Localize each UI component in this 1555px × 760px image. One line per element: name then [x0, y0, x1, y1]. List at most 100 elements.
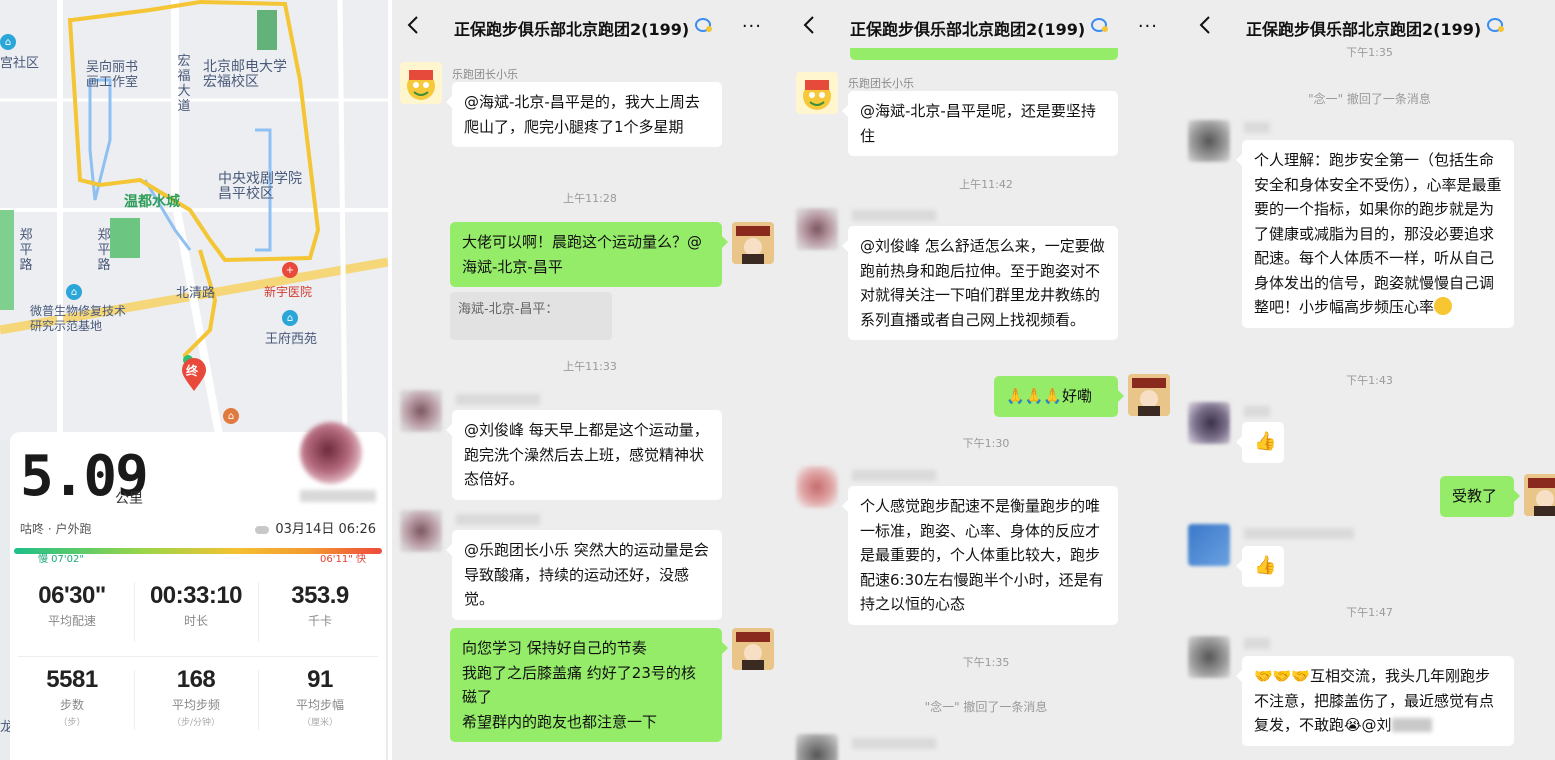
- run-record-panel: 宫社区 吴向丽书画工作室 宏福大道 北京邮电大学宏福校区 中央戏剧学院昌平校区 …: [0, 0, 388, 760]
- run-stats-card: 5.09 公里 咕咚 · 户外跑 03月14日 06:26 慢 07'02" 0…: [10, 422, 386, 760]
- map-label-zheng-ping-2: 郑平路: [97, 228, 111, 273]
- avatar-mascot[interactable]: [796, 72, 838, 114]
- message-bubble[interactable]: 👍: [1236, 422, 1284, 463]
- end-marker-label: 终: [186, 364, 199, 378]
- stat-label: 步数: [59, 698, 84, 712]
- avatar-self[interactable]: [732, 222, 774, 264]
- cloud-icon: [255, 525, 270, 534]
- message-bubble-self-partial[interactable]: [850, 48, 1118, 60]
- timestamp: 上午11:42: [959, 178, 1013, 191]
- sender-name-blurred: [1244, 122, 1270, 133]
- timestamp: 下午1:43: [1346, 374, 1393, 387]
- timestamp: 上午11:28: [563, 192, 617, 205]
- sender-name-blurred: [852, 470, 936, 481]
- back-arrow-icon[interactable]: [1198, 15, 1212, 35]
- map-label-wendu: 温都水城: [124, 194, 180, 210]
- run-date-text: 03月14日 06:26: [275, 522, 376, 537]
- group-verified-icon[interactable]: [1091, 17, 1109, 33]
- avatar-member[interactable]: [1188, 636, 1230, 678]
- message-bubble-self[interactable]: 向您学习 保持好自己的节奏 我跑了之后膝盖痛 约好了23号的核磁了 希望群内的跑…: [450, 628, 728, 742]
- message-bubble[interactable]: @乐跑团长小乐 突然大的运动量是会导致酸痛，持续的运动还好，没感觉。: [446, 530, 722, 620]
- map-label-xinyu-hospital: 新宇医院: [264, 285, 313, 299]
- timestamp: 下午1:30: [962, 437, 1010, 450]
- chat-title: 正保跑步俱乐部北京跑团2(199): [454, 20, 690, 39]
- distance-unit: 公里: [115, 491, 143, 507]
- avatar-mascot[interactable]: [400, 62, 442, 104]
- screenshot-collage: 宫社区 吴向丽书画工作室 宏福大道 北京邮电大学宏福校区 中央戏剧学院昌平校区 …: [0, 0, 1555, 760]
- stat-unit: （步）: [58, 718, 86, 728]
- map-label-bupt: 北京邮电大学宏福校区: [203, 59, 287, 90]
- stat-value: 91: [307, 666, 333, 693]
- message-bubble[interactable]: 👍: [1236, 546, 1284, 587]
- avatar-self[interactable]: [732, 628, 774, 670]
- divider: [258, 670, 259, 730]
- avatar-member[interactable]: [1188, 120, 1230, 162]
- sender-name-blurred: [1244, 638, 1270, 649]
- stat-label: 平均步频: [171, 698, 220, 712]
- avatar-member[interactable]: [400, 390, 442, 432]
- message-bubble-self[interactable]: 大佬可以啊！晨跑这个运动量么？@海斌-北京-昌平: [450, 222, 728, 287]
- divider: [134, 670, 135, 730]
- stat-steps: 5581 步数 （步）: [10, 666, 134, 728]
- message-bubble[interactable]: @刘俊峰 每天早上都是这个运动量，跑完洗个澡然后去上班，感觉精神状态倍好。: [446, 410, 722, 500]
- sender-name-blurred: [852, 738, 936, 749]
- avatar-member[interactable]: [1188, 524, 1230, 566]
- chat-header: 正保跑步俱乐部北京跑团2(199): [1184, 0, 1555, 50]
- avatar-member[interactable]: [1188, 402, 1230, 444]
- map-label-drama-academy: 中央戏剧学院昌平校区: [218, 171, 302, 202]
- more-options-icon[interactable]: ···: [1138, 16, 1158, 37]
- group-verified-icon[interactable]: [695, 17, 713, 33]
- avatar-member[interactable]: [796, 208, 838, 250]
- message-bubble[interactable]: @刘俊峰 怎么舒适怎么来，一定要做跑前热身和跑后拉伸。至于跑姿对不对就得关注一下…: [842, 226, 1118, 340]
- back-arrow-icon[interactable]: [406, 15, 420, 35]
- avatar-self[interactable]: [1524, 474, 1555, 516]
- message-bubble-self[interactable]: 🙏🙏🙏好嘞: [994, 376, 1124, 417]
- message-bubble-self[interactable]: 受教了: [1440, 476, 1520, 517]
- avatar-member[interactable]: [796, 734, 838, 760]
- quote-text: 海斌-北京-昌平：: [458, 302, 559, 317]
- avatar-self[interactable]: [1128, 374, 1170, 416]
- map-label-road: 宏福大道: [177, 54, 191, 114]
- message-text: 个人理解：跑步安全第一（包括生命安全和身体安全不受伤），心率是最重要的一个指标，…: [1254, 151, 1502, 316]
- map-label-zheng-ping: 郑平路: [19, 228, 33, 273]
- hospital-icon[interactable]: +: [282, 262, 298, 278]
- stat-unit: （步/分钟）: [171, 718, 221, 728]
- building-icon[interactable]: ⌂: [223, 408, 239, 424]
- stat-unit: （厘米）: [301, 718, 338, 728]
- avatar-member[interactable]: [796, 466, 838, 508]
- mention-name-blurred: [1391, 718, 1432, 732]
- run-date: 03月14日 06:26: [255, 518, 376, 537]
- message-bubble[interactable]: @海斌-北京-昌平是呢，还是要坚持住: [842, 91, 1118, 156]
- message-bubble[interactable]: 个人理解：跑步安全第一（包括生命安全和身体安全不受伤），心率是最重要的一个指标，…: [1236, 140, 1514, 328]
- chat-title: 正保跑步俱乐部北京跑团2(199): [1246, 20, 1482, 39]
- message-bubble[interactable]: @海斌-北京-昌平是的，我大上周去爬山了，爬完小腿疼了1个多星期: [446, 82, 722, 147]
- message-bubble[interactable]: 🤝🤝🤝互相交流，我头几年刚跑步不注意，把膝盖伤了，最近感觉有点复发，不敢跑😭@刘: [1236, 656, 1514, 746]
- stat-label: 平均配速: [47, 614, 96, 628]
- recall-notice: "念一" 撤回了一条消息: [924, 700, 1048, 714]
- base-icon[interactable]: ⌂: [66, 284, 82, 300]
- stat-value: 00:33:10: [149, 582, 243, 609]
- divider: [18, 656, 378, 657]
- sender-name: 乐跑团长小乐: [848, 77, 914, 90]
- chat-title: 正保跑步俱乐部北京跑团2(199): [850, 20, 1086, 39]
- grin-emoji-icon: [1434, 297, 1453, 315]
- stat-label: 平均步幅: [295, 698, 344, 712]
- quoted-message[interactable]: 海斌-北京-昌平：: [450, 292, 612, 340]
- map-label-microbio: 微普生物修复技术研究示范基地: [30, 304, 127, 333]
- residential-icon[interactable]: ⌂: [282, 310, 298, 326]
- map-label-beiqing-road: 北清路: [176, 286, 216, 301]
- divider: [258, 582, 259, 642]
- more-options-icon[interactable]: ···: [742, 16, 762, 37]
- avatar-member[interactable]: [400, 510, 442, 552]
- stat-value: 06'30": [38, 582, 106, 609]
- stat-calories: 353.9 千卡: [258, 582, 382, 629]
- back-arrow-icon[interactable]: [802, 15, 816, 35]
- sender-name: 乐跑团长小乐: [452, 68, 518, 81]
- stat-label: 千卡: [307, 614, 332, 628]
- stat-value: 353.9: [291, 582, 349, 609]
- avatar[interactable]: [300, 422, 362, 484]
- message-bubble[interactable]: 个人感觉跑步配速不是衡量跑步的唯一标准，跑姿、心率、身体的反应才是最重要的，个人…: [842, 486, 1118, 625]
- community-icon[interactable]: ⌂: [0, 34, 16, 50]
- group-verified-icon[interactable]: [1487, 17, 1505, 33]
- recall-notice: "念一" 撤回了一条消息: [1308, 92, 1431, 106]
